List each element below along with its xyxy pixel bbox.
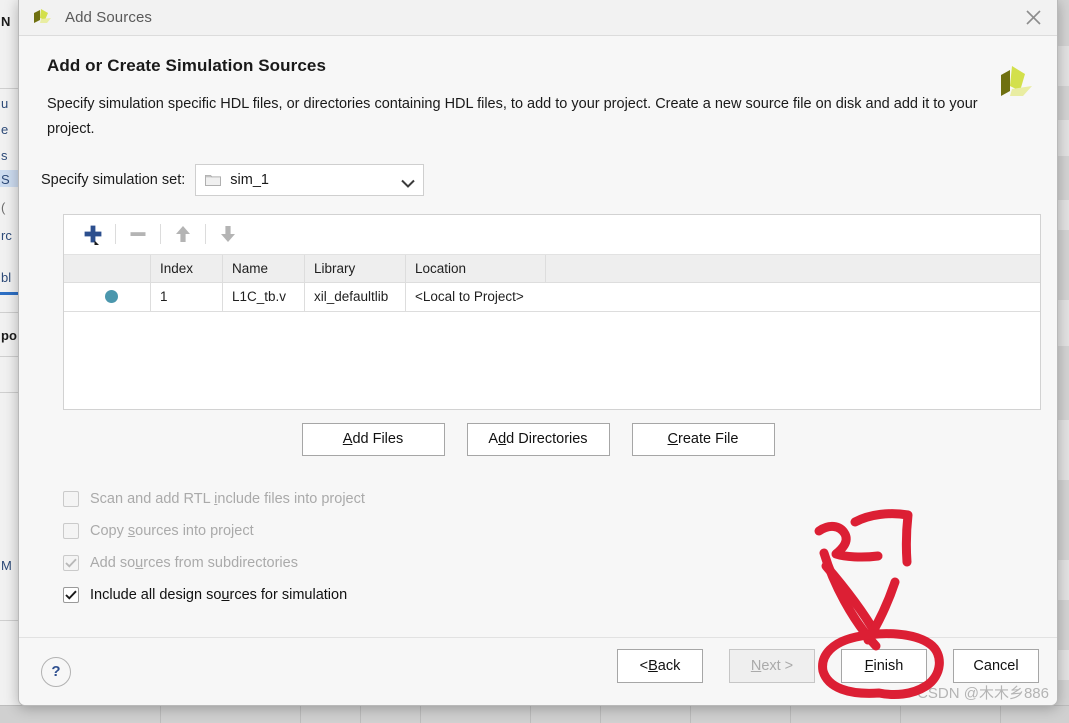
column-header-index: Index <box>151 254 223 282</box>
help-button[interactable]: ? <box>41 656 71 687</box>
bg-taskbar-tick <box>1000 706 1001 723</box>
bg-taskbar-tick <box>690 706 691 723</box>
column-header-name: Name <box>223 254 305 282</box>
checkbox-label: Include all design sources for simulatio… <box>90 586 348 603</box>
add-directories-mnemonic: d <box>498 431 507 448</box>
xilinx-logo-icon <box>995 58 1039 106</box>
checkbox-box <box>63 490 79 507</box>
next-button: Next > <box>729 649 815 683</box>
dialog-footer: ? < Back Next > Finish Cancel CSDN @木木乡8… <box>19 637 1057 705</box>
add-sources-subdirectories-checkbox[interactable]: Add sources from subdirectories <box>63 547 1057 579</box>
bg-taskbar-tick <box>420 706 421 723</box>
bg-text-fragment: e <box>1 122 9 137</box>
scan-add-rtl-include-checkbox[interactable]: Scan and add RTL include files into proj… <box>63 483 1057 515</box>
watermark-text: CSDN @木木乡886 <box>917 685 1049 702</box>
sources-table-header: Index Name Library Location <box>64 254 1040 283</box>
include-all-design-sources-checkbox[interactable]: Include all design sources for simulatio… <box>63 579 1057 611</box>
table-row[interactable]: 1 L1C_tb.v xil_defaultlib <Local to Proj… <box>64 282 1040 312</box>
bg-taskbar-tick <box>530 706 531 723</box>
checkbox-box <box>63 522 79 539</box>
bg-taskbar <box>0 705 1069 723</box>
add-directories-button[interactable]: Add Directories <box>466 422 610 456</box>
bg-text-fragment: s <box>1 148 8 163</box>
page-title: Add or Create Simulation Sources <box>47 56 327 75</box>
add-directories-prefix: A <box>488 431 499 448</box>
dialog-titlebar: Add Sources <box>19 0 1057 36</box>
dialog-body: Add or Create Simulation Sources Specify… <box>19 36 1057 637</box>
checkbox-label: Copy sources into project <box>90 522 254 539</box>
bg-taskbar-tick <box>300 706 301 723</box>
simulation-set-row: Specify simulation set: sim_1 <box>19 142 1057 196</box>
bg-text-fragment: rc <box>1 228 12 243</box>
arrow-down-icon <box>211 219 245 249</box>
source-action-buttons: Add Files Add Directories Create File <box>19 422 1057 456</box>
dialog-title: Add Sources <box>65 9 152 26</box>
row-name: L1C_tb.v <box>223 282 305 311</box>
create-file-mnemonic: C <box>667 431 679 448</box>
add-files-mnemonic: A <box>342 431 353 448</box>
close-icon[interactable] <box>1009 0 1057 35</box>
add-directories-label: d Directories <box>506 431 588 448</box>
check-icon <box>65 558 77 568</box>
toolbar-separator <box>205 224 206 245</box>
bg-taskbar-tick <box>360 706 361 723</box>
finish-button[interactable]: Finish <box>841 649 927 683</box>
toolbar-separator <box>160 224 161 245</box>
back-button[interactable]: < Back <box>617 649 703 683</box>
bg-text-fragment: u <box>1 96 9 111</box>
arrow-up-icon <box>166 219 200 249</box>
page-description: Specify simulation specific HDL files, o… <box>47 96 978 137</box>
simulation-set-value: sim_1 <box>230 171 269 188</box>
copy-sources-checkbox[interactable]: Copy sources into project <box>63 515 1057 547</box>
simulation-set-dropdown[interactable]: sim_1 <box>195 163 425 196</box>
row-status-cell <box>64 282 151 311</box>
column-header-filler <box>546 255 1040 282</box>
bg-taskbar-tick <box>600 706 601 723</box>
status-dot-icon <box>105 290 118 304</box>
row-library: xil_defaultlib <box>305 282 406 311</box>
add-files-button[interactable]: Add Files <box>301 422 445 456</box>
simulation-set-label: Specify simulation set: <box>41 171 186 188</box>
folder-icon <box>205 173 222 187</box>
bg-text-fragment: po <box>1 328 17 343</box>
column-header-status <box>64 254 151 282</box>
add-files-label: dd Files <box>352 431 404 448</box>
checkbox-label: Scan and add RTL include files into proj… <box>90 490 365 507</box>
sources-table-empty-area <box>64 311 1040 409</box>
column-header-location: Location <box>406 254 546 282</box>
toolbar-separator <box>115 224 116 245</box>
column-header-library: Library <box>305 254 406 282</box>
cancel-button[interactable]: Cancel <box>953 649 1039 683</box>
sources-table-toolbar <box>64 214 1040 255</box>
chevron-down-icon <box>401 175 415 189</box>
create-file-button[interactable]: Create File <box>631 422 775 456</box>
check-icon <box>65 590 77 600</box>
options-checkbox-list: Scan and add RTL include files into proj… <box>63 483 1057 611</box>
checkbox-label: Add sources from subdirectories <box>90 554 298 571</box>
bg-text-fragment: ( <box>1 200 6 215</box>
minus-icon <box>121 219 155 249</box>
create-file-label: reate File <box>678 431 739 448</box>
wizard-nav-buttons: < Back Next > Finish Cancel <box>617 649 1039 683</box>
add-sources-dialog: Add Sources Add or Create Simulation Sou… <box>18 0 1058 706</box>
checkbox-box <box>63 554 79 571</box>
bg-text-fragment: S <box>1 172 10 187</box>
checkbox-box <box>63 586 79 603</box>
bg-text-fragment: bl <box>1 270 12 285</box>
bg-taskbar-tick <box>160 706 161 723</box>
bg-taskbar-tick <box>900 706 901 723</box>
bg-taskbar-tick <box>790 706 791 723</box>
row-index: 1 <box>151 282 223 311</box>
bg-text-fragment: M <box>1 558 12 573</box>
vivado-logo-icon <box>31 7 57 29</box>
plus-icon[interactable] <box>76 219 110 249</box>
row-location: <Local to Project> <box>415 289 524 305</box>
sources-table-card: Index Name Library Location 1 L1C_tb.v x… <box>63 213 1041 410</box>
bg-text-fragment: N <box>1 14 11 29</box>
dialog-header: Add or Create Simulation Sources Specify… <box>19 36 1057 142</box>
